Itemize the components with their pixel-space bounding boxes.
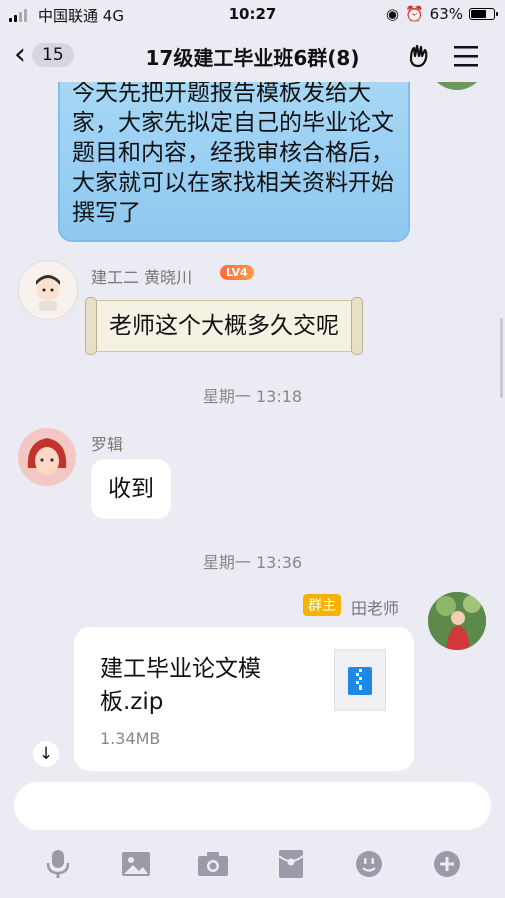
plus-icon (434, 851, 460, 877)
status-bar: 中国联通 4G 10:27 ◉ ⏰ 63% (0, 0, 505, 30)
avatar[interactable] (428, 82, 486, 90)
emoji-button[interactable] (349, 844, 389, 884)
battery-icon (469, 8, 498, 20)
sender-name: 建工二 黄晓川 (91, 268, 193, 287)
file-message-card[interactable]: 建工毕业论文模板.zip 1.34MB (74, 627, 414, 771)
photo-button[interactable] (116, 844, 156, 884)
download-icon[interactable]: ↓ (33, 741, 59, 767)
avatar[interactable] (428, 592, 486, 650)
zip-file-icon (334, 649, 386, 711)
menu-button[interactable] (452, 44, 480, 72)
avatar[interactable] (18, 428, 76, 486)
rotation-lock-icon: ◉ (385, 5, 399, 23)
message-text: 收到 (108, 476, 154, 502)
message-bubble[interactable]: 收到 (91, 459, 171, 519)
input-bar (0, 772, 505, 898)
nav-bar: ‹ 15 17级建工毕业班6群(8) (0, 30, 505, 82)
timestamp: 星期一 13:18 (202, 387, 303, 406)
sender-name: 罗辑 (91, 435, 124, 454)
red-packet-button[interactable] (271, 844, 311, 884)
level-badge: LV4 (220, 265, 254, 280)
microphone-icon (46, 850, 70, 878)
owner-badge: 群主 (303, 594, 341, 616)
chat-area[interactable]: 今天先把开题报告模板发给大家，大家先拟定自己的毕业论文题目和内容，经我审核合格后… (0, 82, 505, 772)
more-button[interactable] (427, 844, 467, 884)
message-bubble[interactable]: 老师这个大概多久交呢 (85, 297, 363, 355)
hand-gesture-icon (409, 44, 428, 68)
message-bubble[interactable]: 今天先把开题报告模板发给大家，大家先拟定自己的毕业论文题目和内容，经我审核合格后… (58, 82, 410, 242)
emoji-icon (356, 851, 382, 877)
file-name: 建工毕业论文模板.zip (100, 656, 261, 715)
alarm-icon: ⏰ (404, 5, 424, 23)
image-icon (122, 852, 150, 876)
file-size: 1.34MB (100, 729, 161, 748)
group-app-button[interactable] (404, 40, 434, 74)
message-text: 今天先把开题报告模板发给大家，大家先拟定自己的毕业论文题目和内容，经我审核合格后… (72, 82, 394, 226)
camera-icon (198, 852, 228, 876)
avatar[interactable] (18, 260, 78, 320)
message-text: 老师这个大概多久交呢 (109, 313, 339, 339)
scrollbar[interactable] (500, 318, 503, 398)
red-packet-icon (278, 850, 304, 878)
menu-icon (454, 46, 478, 67)
voice-button[interactable] (38, 844, 78, 884)
sender-name: 田老师 (351, 599, 400, 618)
timestamp: 星期一 13:36 (202, 553, 303, 572)
battery-percent: 63% (429, 5, 463, 23)
message-input[interactable] (14, 782, 491, 830)
camera-button[interactable] (193, 844, 233, 884)
